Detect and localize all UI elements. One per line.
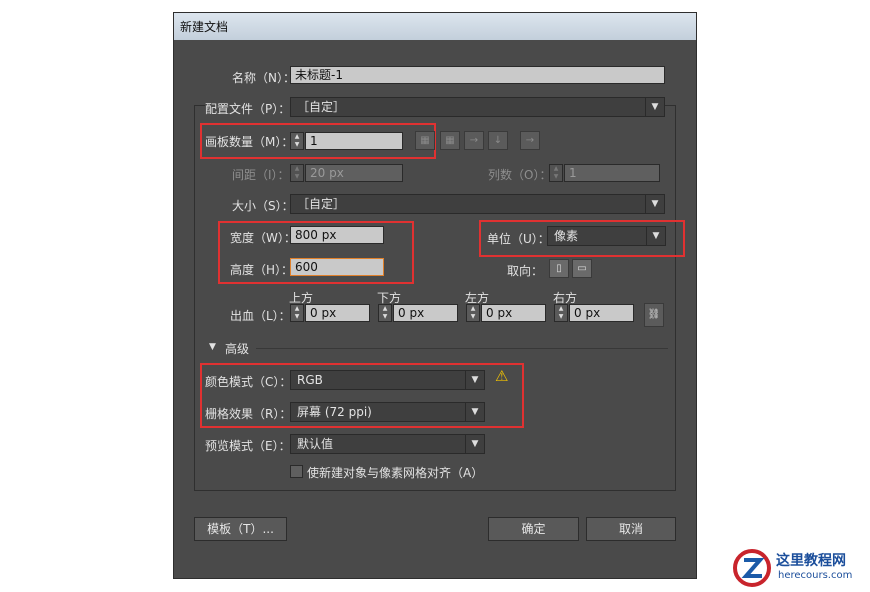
chevron-down-icon: ▼ <box>646 227 665 245</box>
advanced-divider <box>256 348 668 349</box>
arrange-by-row-icon[interactable]: → <box>464 131 484 150</box>
watermark-url: herecours.com <box>778 570 853 581</box>
profile-select[interactable]: ［自定］ ▼ <box>290 97 665 117</box>
window-title: 新建文档 <box>180 20 229 34</box>
artboards-stepper[interactable]: ▲ ▼ <box>290 132 304 150</box>
bleed-right-input[interactable]: 0 px <box>569 304 634 322</box>
templates-button[interactable]: 模板（T）... <box>194 517 287 541</box>
align-pixel-checkbox[interactable] <box>290 465 303 478</box>
bleed-right-stepper[interactable]: ▲ ▼ <box>554 304 568 322</box>
bleed-left-input[interactable]: 0 px <box>481 304 546 322</box>
grid-by-row-icon[interactable]: ▦ <box>415 131 435 150</box>
name-input[interactable]: 未标题-1 <box>290 66 665 84</box>
landscape-icon[interactable]: ▭ <box>572 259 592 278</box>
size-select[interactable]: ［自定］ ▼ <box>290 194 665 214</box>
title-bar[interactable]: 新建文档 <box>174 13 696 40</box>
advanced-header[interactable]: 高级 <box>225 340 249 357</box>
watermark-title: 这里教程网 <box>776 553 846 569</box>
ok-button[interactable]: 确定 <box>488 517 579 541</box>
color-mode-label: 颜色模式（C）： <box>205 375 292 389</box>
right-to-left-icon[interactable]: → <box>520 131 540 150</box>
link-icon[interactable]: ⛓ <box>644 303 664 327</box>
grid-by-column-icon[interactable]: ▦ <box>440 131 460 150</box>
units-label: 单位（U）： <box>487 232 550 246</box>
columns-input[interactable]: 1 <box>564 164 660 182</box>
chevron-down-icon: ▼ <box>645 98 664 116</box>
spacing-stepper[interactable]: ▲ ▼ <box>290 164 304 182</box>
units-select[interactable]: 像素 ▼ <box>547 226 666 246</box>
preview-label: 预览模式（E）： <box>205 439 291 453</box>
width-label: 宽度（W）： <box>230 231 296 245</box>
align-pixel-label[interactable]: 使新建对象与像素网格对齐（A） <box>307 464 483 481</box>
spacing-input[interactable]: 20 px <box>305 164 403 182</box>
chevron-down-icon: ▼ <box>645 195 664 213</box>
columns-stepper[interactable]: ▲ ▼ <box>549 164 563 182</box>
preview-select[interactable]: 默认值 ▼ <box>290 434 485 454</box>
raster-label: 栅格效果（R）： <box>205 407 292 421</box>
chevron-down-icon: ▼ <box>465 371 484 389</box>
artboards-label: 画板数量（M）： <box>205 135 294 149</box>
size-label: 大小（S）： <box>232 199 294 213</box>
bleed-left-stepper[interactable]: ▲ ▼ <box>466 304 480 322</box>
arrange-by-column-icon[interactable]: ↓ <box>488 131 508 150</box>
profile-value: ［自定］ <box>297 100 346 114</box>
watermark: 这里教程网 herecours.com <box>700 546 868 590</box>
columns-label: 列数（O）： <box>488 168 552 182</box>
raster-select[interactable]: 屏幕 (72 ppi) ▼ <box>290 402 485 422</box>
watermark-logo-icon <box>732 548 772 588</box>
height-label: 高度（H）： <box>230 263 294 277</box>
color-mode-select[interactable]: RGB ▼ <box>290 370 485 390</box>
width-input[interactable]: 800 px <box>290 226 384 244</box>
raster-value: 屏幕 (72 ppi) <box>297 405 372 419</box>
artboards-input[interactable]: 1 <box>305 132 403 150</box>
warning-icon: ⚠ <box>495 367 509 385</box>
chevron-down-icon: ▼ <box>465 435 484 453</box>
profile-label: 配置文件（P）： <box>205 100 293 117</box>
bleed-top-stepper[interactable]: ▲ ▼ <box>290 304 304 322</box>
name-label: 名称（N）： <box>232 71 295 85</box>
collapse-triangle-icon[interactable]: ▼ <box>209 342 216 352</box>
chevron-down-icon: ▼ <box>465 403 484 421</box>
color-mode-value: RGB <box>297 373 323 387</box>
bleed-top-input[interactable]: 0 px <box>305 304 370 322</box>
height-input[interactable]: 600 <box>290 258 384 276</box>
bleed-label: 出血（L）： <box>230 309 291 323</box>
new-document-dialog: 新建文档 名称（N）： 未标题-1 配置文件（P）： ［自定］ ▼ 画板数量（M… <box>173 12 697 579</box>
orientation-label: 取向： <box>507 264 544 278</box>
preview-value: 默认值 <box>297 437 334 451</box>
size-value: ［自定］ <box>297 197 346 211</box>
portrait-icon[interactable]: ▯ <box>549 259 569 278</box>
bleed-bottom-stepper[interactable]: ▲ ▼ <box>378 304 392 322</box>
bleed-bottom-input[interactable]: 0 px <box>393 304 458 322</box>
cancel-button[interactable]: 取消 <box>586 517 676 541</box>
spacing-label: 间距（I）： <box>232 168 290 182</box>
units-value: 像素 <box>554 229 579 243</box>
